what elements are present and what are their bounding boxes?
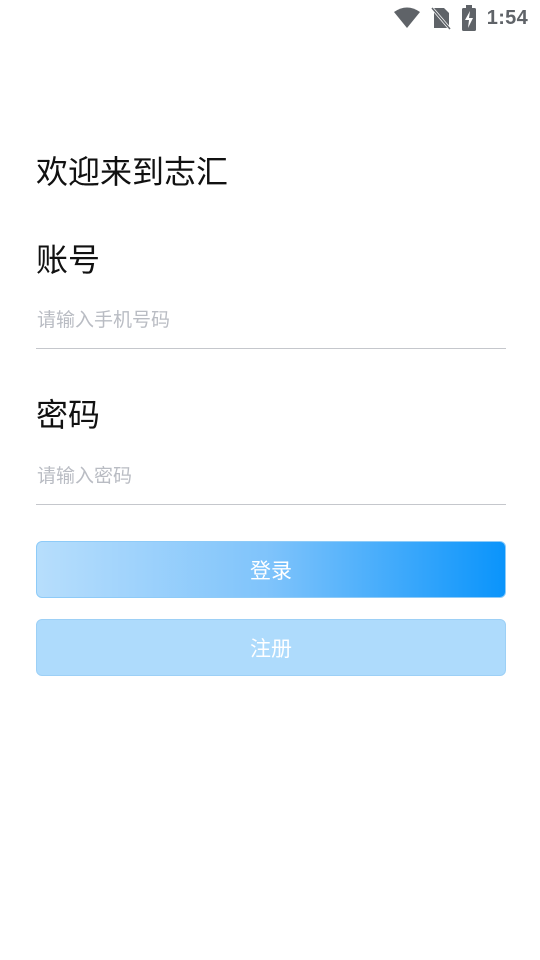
status-icons: 1:54 <box>393 4 528 32</box>
status-time: 1:54 <box>486 6 528 29</box>
account-label: 账号 <box>36 241 101 279</box>
no-sim-icon <box>430 6 451 30</box>
login-button[interactable]: 登录 <box>36 541 506 598</box>
account-input[interactable] <box>36 292 506 349</box>
register-button[interactable]: 注册 <box>36 619 506 676</box>
battery-charging-icon <box>461 5 477 31</box>
login-button-label: 登录 <box>250 558 292 583</box>
welcome-title: 欢迎来到志汇 <box>36 153 229 191</box>
wifi-icon <box>393 7 421 29</box>
status-bar: 1:54 <box>0 0 540 36</box>
password-input[interactable] <box>36 448 506 505</box>
register-button-label: 注册 <box>250 636 292 661</box>
password-label: 密码 <box>36 396 101 434</box>
